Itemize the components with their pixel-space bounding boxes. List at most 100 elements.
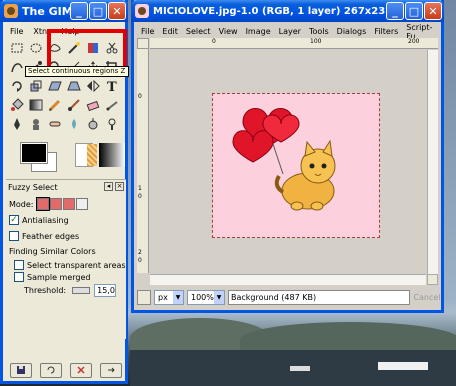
sample-merged-label: Sample merged [27, 272, 91, 282]
unit-value: px [158, 292, 168, 302]
toolbox-titlebar[interactable]: The GIMP _ □ ✕ [0, 0, 128, 22]
minimize-button[interactable]: _ [386, 2, 404, 20]
restore-options-button[interactable] [40, 362, 62, 378]
svg-text:T: T [107, 80, 117, 93]
image-menubar: File Edit Select View Image Layer Tools … [141, 23, 441, 41]
mode-replace-button[interactable] [35, 197, 50, 211]
menu-select[interactable]: Select [186, 27, 211, 36]
menu-image[interactable]: Image [246, 27, 271, 36]
gradient-preview[interactable] [99, 143, 125, 167]
menu-file[interactable]: File [10, 27, 23, 36]
mode-intersect-button[interactable] [75, 198, 88, 210]
rotate-icon[interactable] [7, 76, 26, 95]
status-message: Background (487 KB) [228, 289, 410, 305]
close-button[interactable]: ✕ [108, 2, 126, 20]
chevron-down-icon: ▼ [173, 290, 183, 304]
menu-edit[interactable]: Edit [162, 27, 178, 36]
sample-merged-checkbox[interactable] [14, 272, 24, 282]
background-boat [378, 362, 428, 370]
ruler-tick-label: 1 [138, 185, 142, 192]
image-canvas[interactable] [212, 93, 380, 238]
save-options-button[interactable] [10, 362, 32, 378]
shear-icon[interactable] [45, 76, 64, 95]
mode-row: Mode: [9, 197, 88, 211]
dodge-icon[interactable] [102, 114, 121, 133]
quickmask-corner[interactable] [137, 38, 149, 49]
menu-view[interactable]: View [219, 27, 238, 36]
mode-add-button[interactable] [49, 198, 62, 210]
top-ruler[interactable]: 0 100 200 [150, 38, 438, 49]
flip-icon[interactable] [83, 76, 102, 95]
scale-icon[interactable] [26, 76, 45, 95]
ink-icon[interactable] [7, 114, 26, 133]
finding-similar-label: Finding Similar Colors [9, 247, 96, 256]
maximize-button[interactable]: □ [89, 2, 107, 20]
menu-dialogs[interactable]: Dialogs [337, 27, 367, 36]
sample-merged-row: Sample merged [14, 272, 90, 282]
rect-select-icon[interactable] [7, 38, 26, 57]
gimp-icon [4, 4, 18, 18]
menu-filters[interactable]: Filters [374, 27, 398, 36]
maximize-button[interactable]: □ [405, 2, 423, 20]
select-transparent-checkbox[interactable] [14, 260, 24, 270]
feather-edges-checkbox[interactable] [9, 231, 19, 241]
horizontal-scrollbar[interactable] [150, 274, 426, 285]
eraser-icon[interactable] [83, 95, 102, 114]
ruler-tick-label: 0 [138, 257, 142, 264]
tool-options-title: Fuzzy Select [8, 183, 58, 192]
menu-file[interactable]: File [141, 27, 154, 36]
navigate-corner-icon[interactable] [427, 274, 438, 285]
select-transparent-label: Select transparent areas [27, 260, 126, 270]
menu-layer[interactable]: Layer [279, 27, 301, 36]
heal-icon[interactable] [45, 114, 64, 133]
reset-options-button[interactable] [100, 362, 122, 378]
smudge-icon[interactable] [83, 114, 102, 133]
vertical-scrollbar[interactable] [427, 50, 438, 274]
blend-icon[interactable] [26, 95, 45, 114]
zoom-select[interactable]: 100% ▼ [187, 289, 225, 305]
pointer-indicator [137, 289, 151, 305]
menu-tools[interactable]: Tools [309, 27, 329, 36]
zoom-value: 100% [191, 292, 214, 302]
ellipse-select-icon[interactable] [26, 38, 45, 57]
background-boat [290, 366, 310, 371]
tool-options-panel: Fuzzy Select ◂ × Mode: ✓ Antialiasing Fe… [6, 179, 126, 339]
airbrush-icon[interactable] [102, 95, 121, 114]
pencil-icon[interactable] [45, 95, 64, 114]
threshold-slider[interactable] [72, 287, 91, 294]
mode-subtract-button[interactable] [62, 198, 75, 210]
image-titlebar[interactable]: MICIOLOVE.jpg-1.0 (RGB, 1 layer) 267x231… [131, 0, 444, 22]
convolve-icon[interactable] [64, 114, 83, 133]
antialiasing-checkbox[interactable]: ✓ [9, 215, 19, 225]
antialiasing-row: ✓ Antialiasing [9, 215, 69, 225]
panel-close-icon[interactable]: × [115, 182, 124, 191]
threshold-input[interactable]: 15,0 [94, 284, 117, 297]
feather-edges-label: Feather edges [22, 231, 80, 241]
minimize-button[interactable]: _ [70, 2, 88, 20]
image-window-title: MICIOLOVE.jpg-1.0 (RGB, 1 layer) 267x231 [153, 5, 393, 17]
left-ruler[interactable]: 0 1 0 2 0 [137, 49, 149, 273]
cancel-button[interactable]: Cancel [413, 290, 441, 305]
delete-options-button[interactable] [70, 362, 92, 378]
perspective-icon[interactable] [64, 76, 83, 95]
text-icon[interactable]: T [102, 76, 121, 95]
foreground-color-swatch[interactable] [20, 142, 48, 164]
ruler-tick-label: 200 [408, 38, 420, 45]
image-statusbar: px ▼ 100% ▼ Background (487 KB) Cancel [137, 288, 441, 306]
close-button[interactable]: ✕ [424, 2, 442, 20]
paintbrush-icon[interactable] [64, 95, 83, 114]
pattern-preview[interactable] [87, 144, 97, 166]
clone-icon[interactable] [26, 114, 45, 133]
toolbox-window: The GIMP _ □ ✕ File Xtns Help T Select c… [0, 0, 129, 384]
paths-icon[interactable] [7, 57, 26, 76]
feather-row: Feather edges [9, 231, 79, 241]
ruler-tick-label: 2 [138, 249, 142, 256]
select-transparent-row: Select transparent areas [14, 260, 126, 270]
bucket-fill-icon[interactable] [7, 95, 26, 114]
color-area [9, 138, 125, 176]
tool-tooltip: Select continuous regions Z [25, 66, 129, 77]
toolbox-bottom-bar [6, 360, 126, 380]
image-window-icon [135, 4, 149, 18]
panel-menu-icon[interactable]: ◂ [104, 182, 113, 191]
unit-select[interactable]: px ▼ [154, 289, 184, 305]
